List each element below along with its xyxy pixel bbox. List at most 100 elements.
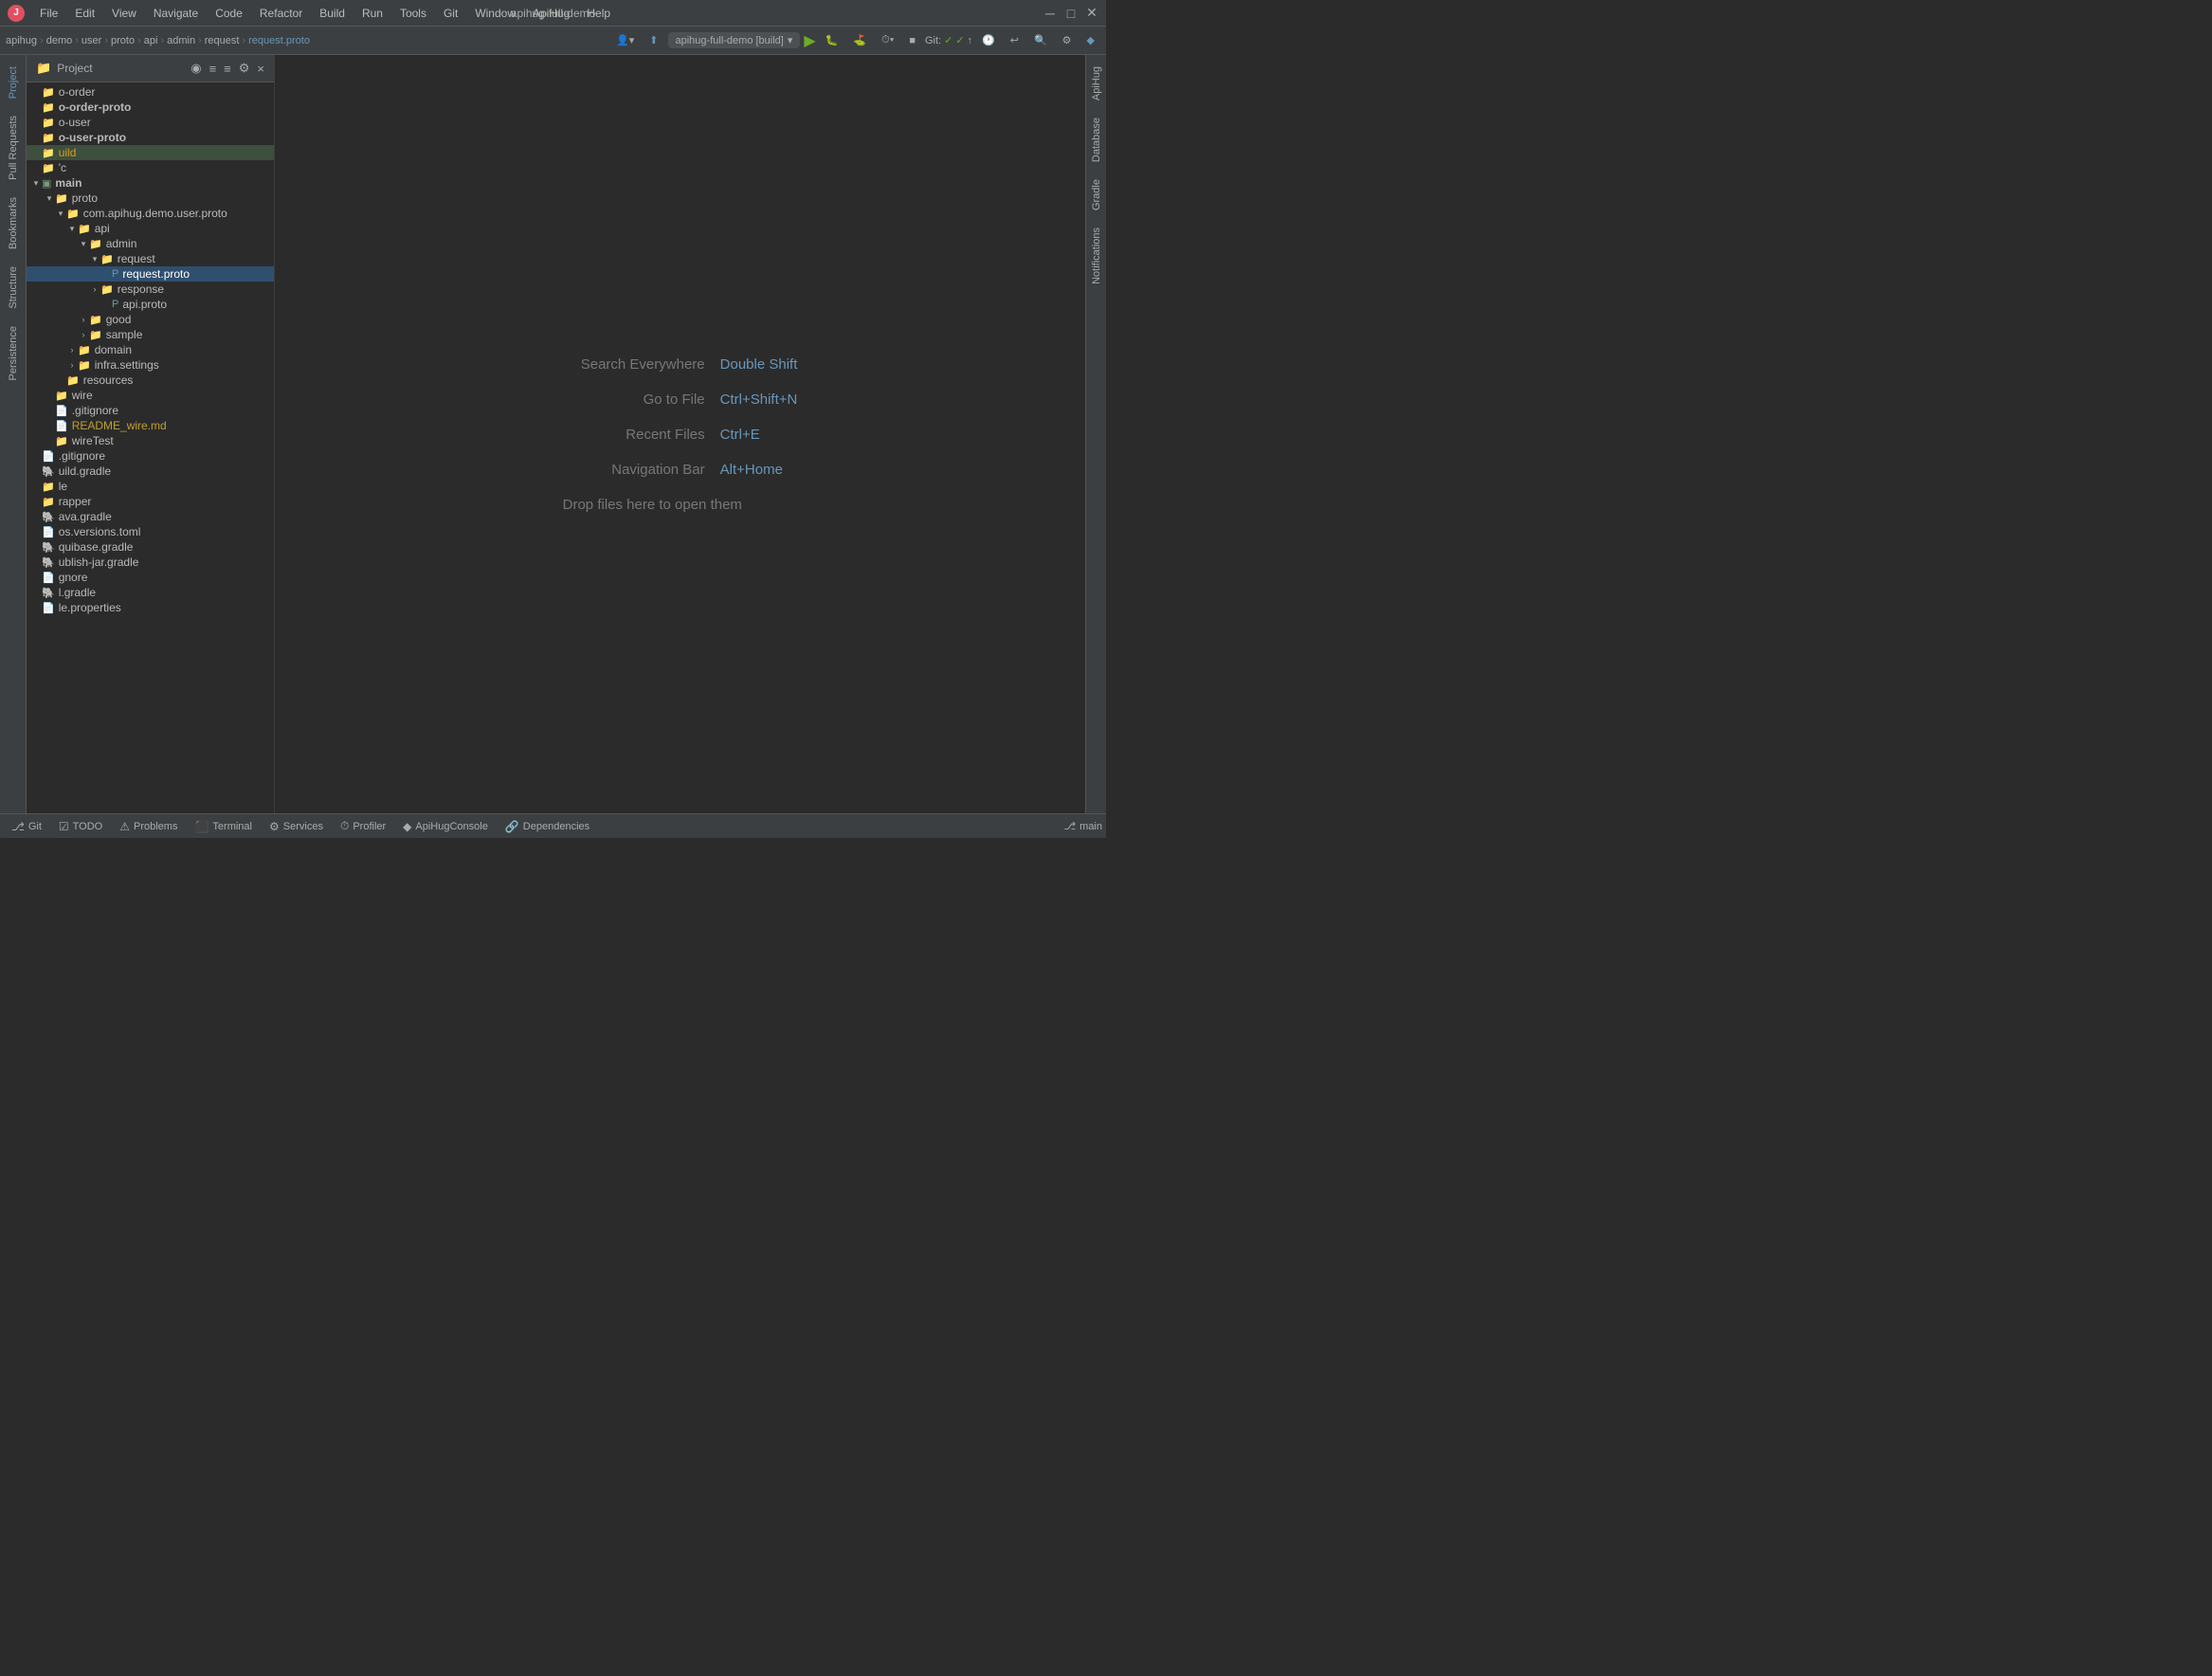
tree-o-order[interactable]: 📁 o-order: [27, 84, 274, 100]
breadcrumb-api[interactable]: api: [144, 35, 158, 46]
tree-api[interactable]: ▾ 📁 api: [27, 221, 274, 236]
tree-resources[interactable]: 📁 resources: [27, 373, 274, 388]
tree-o-user-proto[interactable]: 📁 o-user-proto: [27, 130, 274, 145]
search-btn[interactable]: 🔍: [1028, 32, 1053, 48]
tree-gitignore-main[interactable]: 📄 .gitignore: [27, 403, 274, 418]
tree-wire-test[interactable]: 📁 wireTest: [27, 433, 274, 448]
tree-publish-gradle[interactable]: 🐘 ublish-jar.gradle: [27, 555, 274, 570]
menu-git[interactable]: Git: [436, 5, 465, 22]
tree-le-properties[interactable]: 📄 le.properties: [27, 600, 274, 615]
menu-build[interactable]: Build: [312, 5, 353, 22]
run-config-selector[interactable]: apihug-full-demo [build] ▾: [668, 32, 801, 48]
profile-run-button[interactable]: ⏱▾: [876, 32, 899, 48]
left-tab-persistence[interactable]: Persistence: [4, 319, 23, 388]
hint-label-recent: Recent Files: [563, 427, 705, 443]
menu-view[interactable]: View: [104, 5, 144, 22]
tree-wire[interactable]: 📁 wire: [27, 388, 274, 403]
git-arrow-up[interactable]: ↑: [968, 35, 973, 46]
tree-main[interactable]: ▾ ▣ main: [27, 175, 274, 191]
git-check2[interactable]: ✓: [955, 34, 964, 46]
tree-request-proto[interactable]: P request.proto: [27, 266, 274, 282]
breadcrumb-demo[interactable]: demo: [46, 35, 73, 46]
settings-btn[interactable]: ⚙: [1057, 32, 1078, 48]
breadcrumb-user[interactable]: user: [82, 35, 101, 46]
tree-build[interactable]: 📁 uild: [27, 145, 274, 160]
panel-expand-all[interactable]: ≡: [222, 60, 233, 78]
stop-button[interactable]: ■: [903, 33, 921, 48]
tree-com-apihug[interactable]: ▾ 📁 com.apihug.demo.user.proto: [27, 206, 274, 221]
bottom-tab-profiler[interactable]: ⏱ Profiler: [333, 817, 393, 835]
panel-collapse-all[interactable]: ≡: [208, 60, 219, 78]
minimize-button[interactable]: ─: [1043, 7, 1057, 20]
git-check1[interactable]: ✓: [944, 34, 952, 46]
editor-area: Search Everywhere Double Shift Go to Fil…: [275, 55, 1085, 813]
branch-name: main: [1079, 821, 1102, 832]
breadcrumb-file[interactable]: request.proto: [248, 35, 310, 46]
menu-code[interactable]: Code: [208, 5, 250, 22]
panel-settings[interactable]: ⚙: [237, 59, 252, 78]
breadcrumb-request[interactable]: request: [205, 35, 240, 46]
tree-gnore[interactable]: 📄 gnore: [27, 570, 274, 585]
profile-btn[interactable]: 👤▾: [610, 32, 640, 48]
branch-icon: ⎇: [1063, 820, 1076, 832]
tree-o-user[interactable]: 📁 o-user: [27, 115, 274, 130]
tree-c[interactable]: 📁 'c: [27, 160, 274, 175]
tree-admin[interactable]: ▾ 📁 admin: [27, 236, 274, 251]
project-panel-title: Project: [57, 62, 185, 75]
breadcrumb-apihug[interactable]: apihug: [6, 35, 37, 46]
tree-build-gradle[interactable]: 🐘 uild.gradle: [27, 464, 274, 479]
tree-readme-wire[interactable]: 📄 README_wire.md: [27, 418, 274, 433]
breadcrumb-proto[interactable]: proto: [111, 35, 135, 46]
bottom-tab-problems[interactable]: ⚠ Problems: [112, 818, 185, 835]
panel-scope-btn[interactable]: ◉: [189, 59, 203, 78]
left-tab-project[interactable]: Project: [4, 59, 23, 106]
menu-edit[interactable]: Edit: [67, 5, 102, 22]
bottom-tab-terminal[interactable]: ⬛ Terminal: [187, 818, 260, 835]
tree-response-folder[interactable]: › 📁 response: [27, 282, 274, 297]
tree-versions-toml[interactable]: 📄 os.versions.toml: [27, 524, 274, 539]
bottom-tab-todo[interactable]: ☑ TODO: [51, 818, 110, 835]
tree-ava-gradle[interactable]: 🐘 ava.gradle: [27, 509, 274, 524]
run-button[interactable]: ▶: [804, 31, 815, 50]
menu-run[interactable]: Run: [354, 5, 390, 22]
left-tab-bookmarks[interactable]: Bookmarks: [4, 190, 23, 257]
right-tab-apihug[interactable]: ApiHug: [1088, 59, 1105, 108]
tree-domain[interactable]: › 📁 domain: [27, 342, 274, 357]
menu-tools[interactable]: Tools: [392, 5, 434, 22]
tree-rapper[interactable]: 📁 rapper: [27, 494, 274, 509]
tree-api-proto[interactable]: P api.proto: [27, 297, 274, 312]
recent-files-btn[interactable]: 🕐: [976, 32, 1001, 48]
tree-quibase-gradle[interactable]: 🐘 quibase.gradle: [27, 539, 274, 555]
tree-l-gradle[interactable]: 🐘 l.gradle: [27, 585, 274, 600]
tree-le[interactable]: 📁 le: [27, 479, 274, 494]
tree-good[interactable]: › 📁 good: [27, 312, 274, 327]
apihug-logo-btn[interactable]: ◆: [1081, 32, 1100, 48]
nav-arrow[interactable]: ⬆: [644, 32, 663, 48]
left-tab-structure[interactable]: Structure: [4, 259, 23, 317]
left-tab-pull-requests[interactable]: Pull Requests: [4, 108, 23, 188]
problems-tab-label: Problems: [134, 821, 177, 832]
panel-close[interactable]: ×: [255, 60, 266, 78]
tree-proto[interactable]: ▾ 📁 proto: [27, 191, 274, 206]
menu-file[interactable]: File: [32, 5, 65, 22]
undo-btn[interactable]: ↩: [1005, 32, 1024, 48]
breadcrumb-admin[interactable]: admin: [167, 35, 195, 46]
tree-infra-settings[interactable]: › 📁 infra.settings: [27, 357, 274, 373]
maximize-button[interactable]: □: [1064, 7, 1078, 20]
menu-refactor[interactable]: Refactor: [252, 5, 310, 22]
close-button[interactable]: ✕: [1085, 7, 1098, 20]
bottom-tab-dependencies[interactable]: 🔗 Dependencies: [498, 818, 597, 835]
bottom-tab-apihugconsole[interactable]: ◆ ApiHugConsole: [395, 818, 496, 835]
menu-navigate[interactable]: Navigate: [146, 5, 206, 22]
right-tab-gradle[interactable]: Gradle: [1088, 172, 1105, 218]
tree-o-order-proto[interactable]: 📁 o-order-proto: [27, 100, 274, 115]
tree-sample[interactable]: › 📁 sample: [27, 327, 274, 342]
bottom-tab-services[interactable]: ⚙ Services: [262, 818, 331, 835]
tree-request-folder[interactable]: ▾ 📁 request: [27, 251, 274, 266]
tree-gitignore-root[interactable]: 📄 .gitignore: [27, 448, 274, 464]
right-tab-database[interactable]: Database: [1088, 110, 1105, 170]
right-tab-notifications[interactable]: Notifications: [1088, 220, 1105, 292]
coverage-button[interactable]: ⛳: [847, 32, 872, 48]
bottom-tab-git[interactable]: ⎇ Git: [4, 818, 49, 835]
debug-button[interactable]: 🐛: [820, 32, 844, 48]
